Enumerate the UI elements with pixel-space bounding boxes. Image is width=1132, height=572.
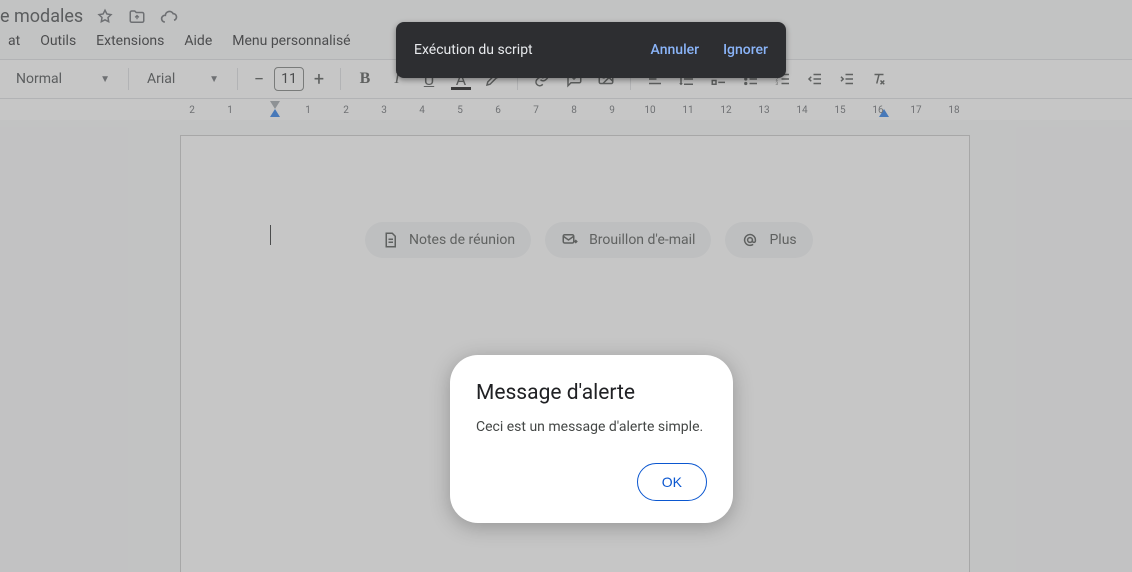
- script-running-toast: Exécution du script Annuler Ignorer: [396, 22, 786, 78]
- script-status-text: Exécution du script: [414, 42, 533, 58]
- alert-dialog: Message d'alerte Ceci est un message d'a…: [450, 355, 733, 523]
- script-cancel-button[interactable]: Annuler: [651, 42, 700, 58]
- alert-dialog-body: Ceci est un message d'alerte simple.: [476, 419, 707, 435]
- script-ignore-button[interactable]: Ignorer: [723, 42, 768, 58]
- alert-dialog-title: Message d'alerte: [476, 381, 707, 405]
- alert-dialog-ok-button[interactable]: OK: [637, 463, 707, 501]
